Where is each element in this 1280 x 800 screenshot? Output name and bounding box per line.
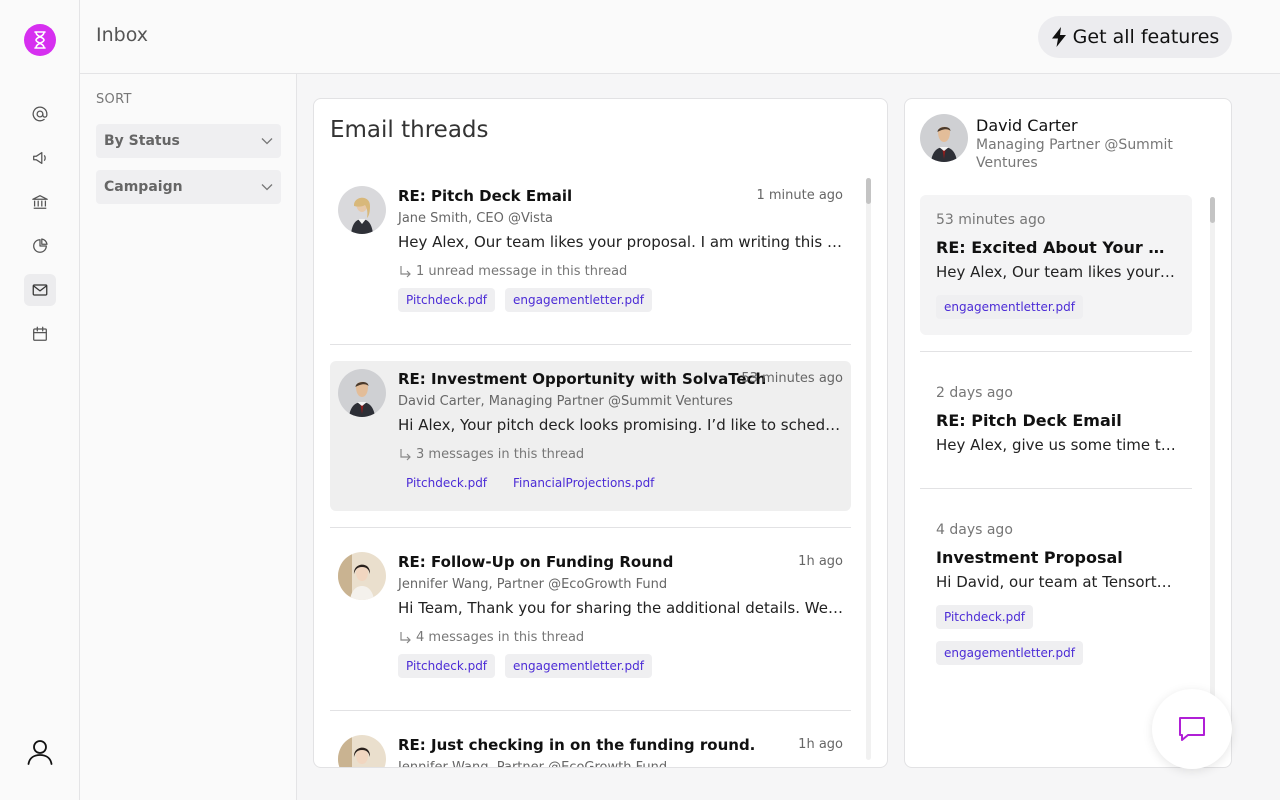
thread-message-count-label: 1 unread message in this thread (416, 264, 628, 279)
thread-item-selected[interactable]: RE: Investment Opportunity with SolvaTec… (330, 361, 851, 511)
thread-time: 53 minutes ago (741, 371, 843, 386)
thread-sender: Jane Smith, CEO @Vista (398, 211, 554, 226)
message-card[interactable]: 4 days ago Investment Proposal Hi David,… (920, 505, 1192, 685)
page-title: Inbox (96, 24, 148, 46)
thread-message-count-label: 4 messages in this thread (416, 630, 585, 645)
message-card[interactable]: 2 days ago RE: Pitch Deck Email Hey Alex… (920, 368, 1192, 468)
sort-pane: SORT By Status Campaign (80, 74, 297, 800)
megaphone-icon[interactable] (24, 142, 56, 174)
thread-preview: Hey Alex, Our team likes your proposal. … (398, 233, 843, 251)
thread-subject: RE: Investment Opportunity with SolvaTec… (398, 370, 767, 388)
message-preview: Hey Alex, give us some time to review (936, 436, 1176, 454)
message-preview: Hi David, our team at Tensortech (936, 573, 1176, 591)
email-threads-title: Email threads (330, 117, 489, 143)
thread-message-count: 4 messages in this thread (398, 630, 584, 645)
avatar (338, 369, 386, 417)
thread-subject: RE: Follow-Up on Funding Round (398, 553, 674, 571)
detail-scrollbar[interactable] (1210, 197, 1215, 762)
attachment-chip[interactable]: Pitchdeck.pdf (398, 471, 495, 495)
reply-arrow-icon (400, 265, 411, 277)
chat-button[interactable] (1152, 689, 1232, 769)
attachment-chip[interactable]: engagementletter.pdf (505, 654, 652, 678)
get-all-features-label: Get all features (1072, 26, 1220, 48)
sort-label: SORT (96, 92, 132, 107)
detail-scrollbar-thumb[interactable] (1210, 197, 1215, 223)
email-threads-panel: Email threads RE: Pitch Deck Email 1 min… (313, 98, 888, 768)
message-time: 4 days ago (936, 522, 1013, 538)
divider (330, 710, 851, 711)
reply-arrow-icon (400, 631, 411, 643)
campaign-label: Campaign (104, 179, 183, 195)
reply-arrow-icon (400, 448, 411, 460)
thread-item[interactable]: RE: Follow-Up on Funding Round 1h ago Je… (330, 544, 851, 694)
message-card[interactable]: 53 minutes ago RE: Excited About Your Pr… (920, 195, 1192, 335)
attachment-chip[interactable]: engagementletter.pdf (936, 641, 1083, 665)
get-all-features-button[interactable]: Get all features (1038, 16, 1232, 58)
at-sign-icon[interactable] (24, 98, 56, 130)
attachment-chip[interactable]: engagementletter.pdf (505, 288, 652, 312)
thread-message-count: 3 messages in this thread (398, 447, 584, 462)
thread-message-count: 1 unread message in this thread (398, 264, 627, 279)
contact-name: David Carter (976, 116, 1078, 135)
attachment-chip[interactable]: FinancialProjections.pdf (505, 471, 662, 495)
message-time: 53 minutes ago (936, 212, 1046, 228)
thread-sender: Jennifer Wang, Partner @EcoGrowth Fund (398, 760, 668, 768)
thread-sender: Jennifer Wang, Partner @EcoGrowth Fund (398, 577, 668, 592)
user-icon[interactable] (24, 736, 56, 768)
divider (330, 527, 851, 528)
thread-sender: David Carter, Managing Partner @Summit V… (398, 394, 733, 409)
nav-rail (0, 0, 80, 800)
pie-chart-icon[interactable] (24, 230, 56, 262)
thread-preview: Hi Team, Thank you for sharing the addit… (398, 599, 843, 617)
sort-by-status-label: By Status (104, 133, 180, 149)
bank-icon[interactable] (24, 186, 56, 218)
thread-message-count-label: 3 messages in this thread (416, 447, 585, 462)
chevron-down-icon (261, 138, 273, 145)
divider (330, 344, 851, 345)
top-bar: Inbox Get all features (80, 0, 1280, 74)
thread-item[interactable]: RE: Just checking in on the funding roun… (330, 727, 851, 768)
avatar (338, 735, 386, 767)
thread-time: 1h ago (798, 737, 843, 752)
threads-scrollbar-thumb[interactable] (866, 178, 871, 204)
thread-time: 1 minute ago (756, 188, 843, 203)
sort-by-status-dropdown[interactable]: By Status (96, 124, 281, 158)
attachment-chip[interactable]: Pitchdeck.pdf (936, 605, 1034, 629)
avatar (338, 552, 386, 600)
attachment-chip[interactable]: engagementletter.pdf (936, 295, 1083, 319)
avatar (920, 114, 968, 162)
hourglass-icon[interactable] (24, 24, 56, 56)
message-subject: RE: Pitch Deck Email (936, 411, 1122, 430)
chat-bubble-icon (1179, 717, 1205, 741)
message-subject: Investment Proposal (936, 548, 1123, 567)
lightning-icon (1051, 27, 1066, 47)
threads-scrollbar[interactable] (866, 178, 871, 760)
avatar (338, 186, 386, 234)
divider (920, 488, 1192, 489)
attachment-chip[interactable]: Pitchdeck.pdf (398, 654, 496, 678)
attachment-chip[interactable]: Pitchdeck.pdf (398, 288, 496, 312)
campaign-dropdown[interactable]: Campaign (96, 170, 281, 204)
thread-preview: Hi Alex, Your pitch deck looks promising… (398, 416, 843, 434)
message-preview: Hey Alex, Our team likes your proposal (936, 263, 1176, 281)
thread-subject: RE: Just checking in on the funding roun… (398, 736, 756, 754)
contact-detail-panel: David Carter Managing Partner @Summit Ve… (904, 98, 1232, 768)
thread-item[interactable]: RE: Pitch Deck Email 1 minute ago Jane S… (330, 178, 851, 328)
thread-subject: RE: Pitch Deck Email (398, 187, 573, 205)
chevron-down-icon (261, 184, 273, 191)
mail-icon[interactable] (24, 274, 56, 306)
calendar-icon[interactable] (24, 318, 56, 350)
message-time: 2 days ago (936, 385, 1013, 401)
divider (920, 351, 1192, 352)
contact-role: Managing Partner @Summit Ventures (976, 137, 1173, 171)
message-subject: RE: Excited About Your Proposal (936, 238, 1176, 257)
thread-time: 1h ago (798, 554, 843, 569)
